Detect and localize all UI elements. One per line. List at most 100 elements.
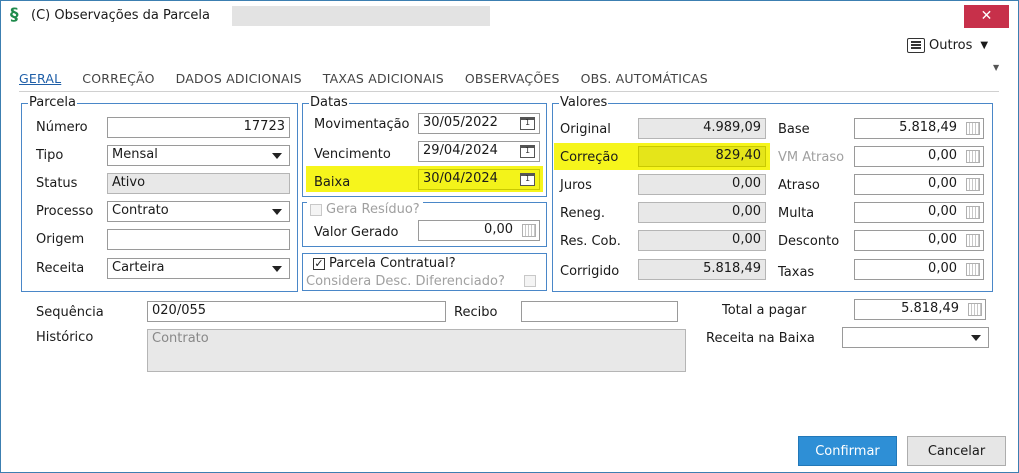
tipo-label: Tipo: [36, 148, 64, 163]
valor-gerado-field[interactable]: 0,00: [418, 220, 540, 241]
considera-desc-checkbox[interactable]: [524, 275, 536, 287]
reneg-label: Reneg.: [560, 206, 606, 221]
atraso-field[interactable]: 0,00: [854, 174, 984, 195]
calendar-icon[interactable]: [520, 173, 535, 186]
movimentacao-value: 30/05/2022: [423, 115, 498, 130]
desconto-field[interactable]: 0,00: [854, 230, 984, 251]
tab-divider: [19, 91, 999, 92]
numero-label: Número: [36, 120, 88, 135]
calendar-icon[interactable]: [520, 145, 535, 158]
tab-observacoes[interactable]: OBSERVAÇÕES: [465, 71, 560, 86]
receita-value: Carteira: [112, 260, 165, 275]
taxas-field[interactable]: 0,00: [854, 259, 984, 280]
reneg-field: 0,00: [638, 202, 766, 223]
corrigido-label: Corrigido: [560, 264, 620, 279]
datas-legend: Datas: [310, 95, 348, 110]
base-field[interactable]: 5.818,49: [854, 118, 984, 139]
calculator-icon[interactable]: [966, 150, 980, 163]
title-bar: § (C) Observações da Parcela ✕: [1, 1, 1018, 31]
receita-baixa-select[interactable]: [842, 327, 989, 348]
historico-label: Histórico: [36, 330, 94, 345]
processo-value: Contrato: [112, 203, 169, 218]
confirmar-button[interactable]: Confirmar: [798, 436, 897, 466]
chevron-down-icon: [272, 266, 282, 272]
historico-field[interactable]: Contrato: [147, 329, 686, 372]
original-label: Original: [560, 122, 611, 137]
gera-residuo-legend: Gera Resíduo?: [307, 202, 423, 217]
movimentacao-field[interactable]: 30/05/2022: [418, 113, 540, 134]
calculator-icon[interactable]: [966, 206, 980, 219]
numero-field[interactable]: 17723: [107, 117, 290, 138]
baixa-field[interactable]: 30/04/2024: [418, 169, 540, 190]
calculator-icon[interactable]: [966, 234, 980, 247]
parcela-legend: Parcela: [29, 95, 77, 110]
sequencia-label: Sequência: [36, 305, 104, 320]
vencimento-value: 29/04/2024: [423, 143, 498, 158]
close-button[interactable]: ✕: [964, 5, 1009, 28]
sequencia-field[interactable]: 020/055: [147, 301, 446, 322]
atraso-label: Atraso: [778, 178, 820, 193]
taxas-label: Taxas: [778, 265, 815, 280]
baixa-label: Baixa: [314, 175, 351, 190]
tab-correcao[interactable]: CORREÇÃO: [82, 71, 154, 86]
recibo-label: Recibo: [454, 305, 498, 320]
correcao-field: 829,40: [638, 146, 766, 167]
valor-gerado-value: 0,00: [484, 222, 513, 237]
multa-label: Multa: [778, 206, 815, 221]
valores-legend: Valores: [560, 95, 608, 110]
taxas-value: 0,00: [928, 261, 957, 276]
tab-taxas-adicionais[interactable]: TAXAS ADICIONAIS: [323, 71, 444, 86]
chevron-down-icon: [971, 335, 981, 341]
parcela-contratual-checkbox[interactable]: ✓: [313, 257, 325, 270]
vencimento-label: Vencimento: [314, 147, 391, 162]
multa-field[interactable]: 0,00: [854, 202, 984, 223]
tab-bar: GERAL CORREÇÃO DADOS ADICIONAIS TAXAS AD…: [19, 71, 729, 86]
vmatraso-field[interactable]: 0,00: [854, 146, 984, 167]
calculator-icon: [968, 303, 982, 316]
calculator-icon[interactable]: [966, 263, 980, 276]
origem-label: Origem: [36, 232, 85, 247]
tab-obs-automaticas[interactable]: OBS. AUTOMÁTICAS: [581, 71, 708, 86]
desconto-label: Desconto: [778, 234, 840, 249]
desconto-value: 0,00: [928, 232, 957, 247]
processo-select[interactable]: Contrato: [107, 201, 290, 222]
gera-residuo-checkbox[interactable]: [310, 203, 322, 216]
app-logo-icon: §: [10, 5, 19, 25]
calculator-icon[interactable]: [966, 178, 980, 191]
total-pagar-label: Total a pagar: [722, 303, 807, 318]
tab-geral[interactable]: GERAL: [19, 71, 61, 86]
outros-menu-button[interactable]: Outros ▼: [907, 38, 988, 53]
parcela-contratual-label: Parcela Contratual?: [329, 256, 456, 271]
receita-baixa-label: Receita na Baixa: [706, 331, 815, 346]
tab-dados-adicionais[interactable]: DADOS ADICIONAIS: [176, 71, 302, 86]
juros-field: 0,00: [638, 174, 766, 195]
multa-value: 0,00: [928, 204, 957, 219]
redacted-title-area: [232, 6, 490, 26]
rescob-label: Res. Cob.: [560, 234, 621, 249]
rescob-field: 0,00: [638, 230, 766, 251]
gera-residuo-label: Gera Resíduo?: [326, 202, 420, 217]
chevron-down-icon: [272, 153, 282, 159]
vencimento-field[interactable]: 29/04/2024: [418, 141, 540, 162]
recibo-field[interactable]: [521, 301, 678, 322]
atraso-value: 0,00: [928, 176, 957, 191]
cancelar-button[interactable]: Cancelar: [907, 436, 1006, 466]
original-field: 4.989,09: [638, 118, 766, 139]
juros-label: Juros: [560, 178, 592, 193]
receita-label: Receita: [36, 261, 85, 276]
calculator-icon[interactable]: [522, 224, 536, 237]
parcela-contratual-legend: ✓ Parcela Contratual?: [311, 256, 458, 271]
tipo-select[interactable]: Mensal: [107, 145, 290, 166]
origem-field[interactable]: [107, 229, 290, 250]
processo-label: Processo: [36, 204, 94, 219]
total-pagar-field: 5.818,49: [854, 299, 986, 320]
receita-select[interactable]: Carteira: [107, 258, 290, 279]
status-field: Ativo: [107, 173, 290, 194]
baixa-value: 30/04/2024: [423, 171, 498, 186]
calendar-icon[interactable]: [520, 117, 535, 130]
scroll-down-icon[interactable]: ▼: [993, 63, 999, 72]
movimentacao-label: Movimentação: [314, 117, 410, 132]
calculator-icon[interactable]: [966, 122, 980, 135]
outros-label: Outros: [929, 38, 973, 53]
corrigido-field: 5.818,49: [638, 259, 766, 280]
